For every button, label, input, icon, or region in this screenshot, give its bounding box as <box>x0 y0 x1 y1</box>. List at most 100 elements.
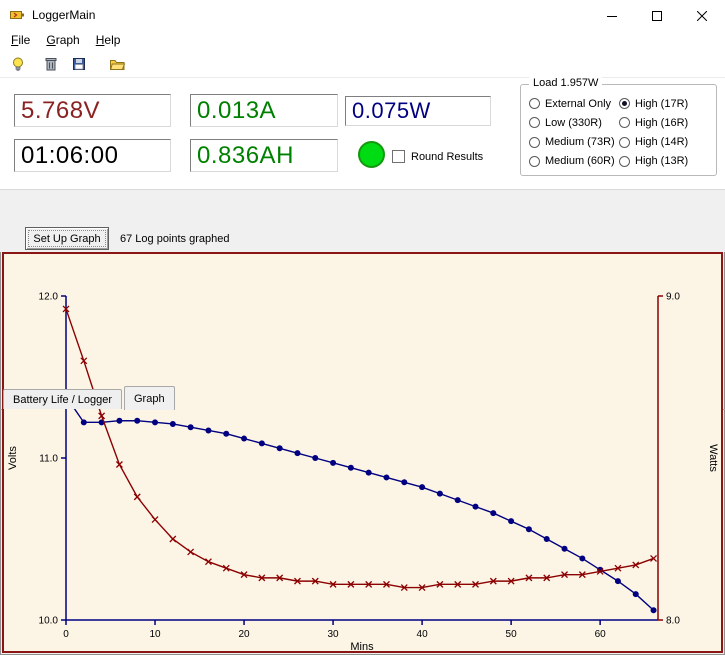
radio-button <box>529 156 540 167</box>
minimize-button[interactable] <box>589 1 634 30</box>
marker-circle <box>455 497 461 503</box>
radio-high-14r[interactable]: High (14R) <box>619 133 712 152</box>
radio-medium-60r[interactable]: Medium (60R) <box>529 152 619 171</box>
radio-button <box>619 156 630 167</box>
bulb-button[interactable] <box>6 52 29 75</box>
open-folder-icon <box>109 56 126 72</box>
power-display: 0.075W <box>345 96 491 126</box>
voltage-display: 5.768V <box>14 94 171 127</box>
elapsed-time-display: 01:06:00 <box>14 139 171 172</box>
series-watts <box>66 309 654 588</box>
x-tick-label: 60 <box>595 629 607 640</box>
radio-button <box>529 117 540 128</box>
radio-high-16r[interactable]: High (16R) <box>619 113 712 132</box>
left-tick-label: 11.0 <box>39 454 58 465</box>
marker-circle <box>651 607 657 613</box>
graph-panel: 10.011.012.08.09.00102030405060MinsVolts… <box>2 252 723 653</box>
series-volts <box>66 396 654 610</box>
radio-external-only[interactable]: External Only <box>529 94 619 113</box>
right-axis-label: Watts <box>707 444 719 472</box>
set-up-graph-button[interactable]: Set Up Graph <box>25 227 109 250</box>
x-axis-label: Mins <box>350 641 374 651</box>
toolbar <box>0 50 725 77</box>
round-results-row: Round Results <box>392 150 483 163</box>
open-file-button[interactable] <box>106 52 129 75</box>
right-tick-label: 8.0 <box>666 616 680 627</box>
log-points-status: 67 Log points graphed <box>120 233 229 245</box>
menubar: File Graph Help <box>0 30 725 50</box>
save-icon <box>71 56 87 72</box>
radio-label: Medium (60R) <box>545 155 615 167</box>
marker-circle <box>526 526 532 532</box>
marker-circle <box>312 455 318 461</box>
radio-high-17r[interactable]: High (17R) <box>619 94 712 113</box>
menu-help[interactable]: Help <box>88 31 129 49</box>
marker-circle <box>562 546 568 552</box>
minimize-icon <box>607 11 617 21</box>
marker-circle <box>473 504 479 510</box>
radio-high-13r[interactable]: High (13R) <box>619 152 712 171</box>
radio-label: High (14R) <box>635 136 688 148</box>
radio-button <box>619 117 630 128</box>
amphours-display: 0.836AH <box>190 139 338 172</box>
battery-discharge-chart: 10.011.012.08.09.00102030405060MinsVolts… <box>4 254 721 651</box>
radio-button <box>619 137 630 148</box>
marker-circle <box>294 450 300 456</box>
radio-label: Medium (73R) <box>545 136 615 148</box>
close-button[interactable] <box>679 1 724 30</box>
window-title: LoggerMain <box>32 8 95 22</box>
marker-circle <box>437 491 443 497</box>
x-tick-label: 0 <box>63 629 69 640</box>
round-results-checkbox[interactable] <box>392 150 405 163</box>
loggermain-window: LoggerMain File Graph Help <box>0 0 725 655</box>
menu-file[interactable]: File <box>3 31 38 49</box>
marker-circle <box>419 484 425 490</box>
marker-circle <box>205 427 211 433</box>
marker-circle <box>508 518 514 524</box>
marker-circle <box>633 591 639 597</box>
marker-circle <box>579 555 585 561</box>
status-indicator <box>358 141 385 168</box>
marker-circle <box>490 510 496 516</box>
marker-circle <box>348 465 354 471</box>
x-tick-label: 50 <box>506 629 518 640</box>
trash-icon <box>43 56 59 72</box>
marker-circle <box>259 440 265 446</box>
radio-low-330r[interactable]: Low (330R) <box>529 113 619 132</box>
x-tick-label: 40 <box>417 629 429 640</box>
radio-label: External Only <box>545 98 611 110</box>
marker-circle <box>277 445 283 451</box>
load-groupbox-title: Load 1.957W <box>529 77 602 89</box>
x-tick-label: 10 <box>149 629 161 640</box>
marker-circle <box>134 418 140 424</box>
marker-circle <box>615 578 621 584</box>
radio-button <box>529 98 540 109</box>
maximize-button[interactable] <box>634 1 679 30</box>
radio-button <box>529 137 540 148</box>
current-display: 0.013A <box>190 94 338 127</box>
marker-circle <box>383 474 389 480</box>
radio-label: High (17R) <box>635 98 688 110</box>
left-tick-label: 12.0 <box>39 292 59 303</box>
maximize-icon <box>652 11 662 21</box>
tab-graph[interactable]: Graph <box>124 386 175 410</box>
marker-circle <box>366 470 372 476</box>
menu-graph[interactable]: Graph <box>38 31 87 49</box>
radio-label: High (13R) <box>635 155 688 167</box>
close-icon <box>697 11 707 21</box>
tab-battery-life-logger[interactable]: Battery Life / Logger <box>3 389 122 409</box>
save-log-button[interactable] <box>67 52 90 75</box>
left-tick-label: 10.0 <box>39 616 59 627</box>
radio-label: Low (330R) <box>545 117 602 129</box>
delete-log-button[interactable] <box>39 52 62 75</box>
right-tick-label: 9.0 <box>666 292 680 303</box>
titlebar: LoggerMain <box>0 0 725 30</box>
marker-circle <box>170 421 176 427</box>
marker-circle <box>401 479 407 485</box>
round-results-label: Round Results <box>411 151 483 163</box>
marker-circle <box>241 436 247 442</box>
x-tick-label: 30 <box>328 629 340 640</box>
marker-circle <box>152 419 158 425</box>
load-options: External Only Low (330R) Medium (73R) Me… <box>529 94 712 171</box>
radio-medium-73r[interactable]: Medium (73R) <box>529 133 619 152</box>
